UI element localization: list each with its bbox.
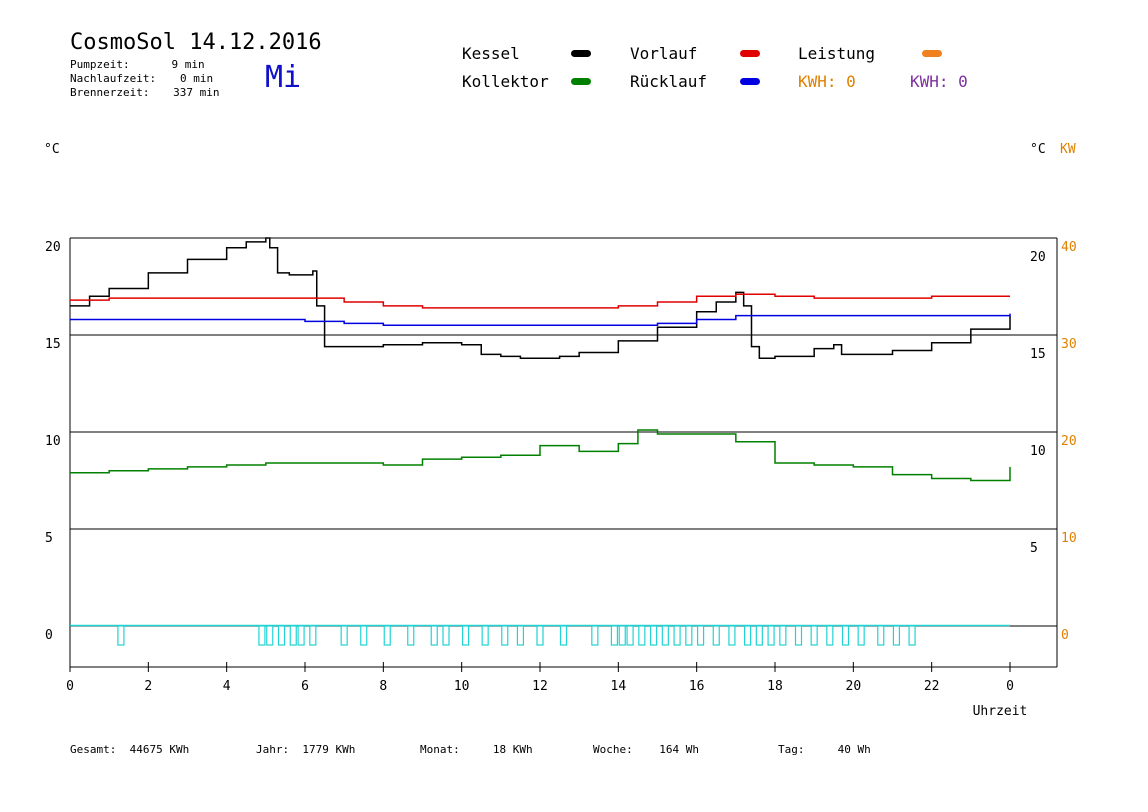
x-axis-label: Uhrzeit <box>973 704 1028 719</box>
pump-pulse <box>743 625 752 646</box>
pump-pulse <box>685 625 693 646</box>
pump-pulse <box>559 625 568 646</box>
pump-pulse <box>794 625 803 646</box>
pump-pulse <box>877 625 885 646</box>
y-tick-label-right-kw: 30 <box>1061 337 1077 352</box>
pump-pulse <box>309 625 317 646</box>
pump-pulse <box>536 625 544 646</box>
x-tick-label: 18 <box>767 679 783 694</box>
month-energy: Monat: 18 KWh <box>420 743 533 756</box>
y-tick-label-right-c: 20 <box>1030 250 1046 265</box>
pump-pulse <box>461 625 470 646</box>
pump-pulse <box>728 625 736 646</box>
x-tick-label: 4 <box>223 679 231 694</box>
y-tick-label-right-kw: 10 <box>1061 531 1077 546</box>
y-tick-label-right-c: 15 <box>1030 347 1046 362</box>
y-tick-label-right-kw: 20 <box>1061 434 1077 449</box>
x-tick-label: 0 <box>1006 679 1014 694</box>
pump-pulse <box>626 625 634 646</box>
x-tick-label: 6 <box>301 679 309 694</box>
pump-pulse <box>258 625 266 646</box>
pump-pulse <box>430 625 438 646</box>
y-tick-label-left: 10 <box>45 434 61 449</box>
x-tick-label: 12 <box>532 679 548 694</box>
pump-pulse <box>117 625 125 646</box>
pump-pulse <box>407 625 415 646</box>
pump-pulse <box>481 625 489 646</box>
pump-pulse <box>712 625 720 646</box>
chart-area: 0 2 4 6 8 10 12 14 16 18 20 22 0 Uhrzeit 20 15 10 5 0 20 15 1… <box>45 237 1077 719</box>
pump-pulse <box>360 625 368 646</box>
pump-pulse <box>767 625 775 646</box>
day-energy: Tag: 40 Wh <box>778 743 871 756</box>
pump-pulse <box>516 625 525 646</box>
y-tick-label-right-kw: 40 <box>1061 240 1077 255</box>
pump-pulse <box>591 625 599 646</box>
pump-pulse <box>649 625 658 646</box>
pump-pulse <box>501 625 509 646</box>
pump-pulse <box>892 625 901 646</box>
y-tick-label-right-c: 5 <box>1030 541 1038 556</box>
y-tick-label-right-kw: 0 <box>1061 628 1069 643</box>
pump-pulse <box>340 625 348 646</box>
y-tick-label-left: 20 <box>45 240 61 255</box>
x-tick-label: 14 <box>611 679 627 694</box>
x-tick-label: 0 <box>66 679 74 694</box>
series-line-rcklauf <box>70 313 1011 327</box>
total-energy: Gesamt: 44675 KWh <box>70 743 190 756</box>
pump-pulse <box>442 625 450 646</box>
pump-pulse <box>638 625 646 646</box>
pump-pulse <box>610 625 619 646</box>
x-tick-label: 10 <box>454 679 470 694</box>
pump-pulse <box>277 625 286 646</box>
pump-pulse <box>841 625 850 646</box>
pump-pulse <box>696 625 705 646</box>
y-tick-label-left: 5 <box>45 531 53 546</box>
pump-pulse <box>661 625 669 646</box>
year-energy: Jahr: 1779 KWh <box>256 743 356 756</box>
pump-pulse <box>857 625 865 646</box>
pump-pulse <box>289 625 297 646</box>
series-line-vorlauf <box>70 293 1010 309</box>
pump-pulse <box>383 625 391 646</box>
pump-pulse <box>618 625 626 646</box>
pump-pulse <box>779 625 787 646</box>
pump-pulse <box>755 625 763 646</box>
y-tick-label-right-c: 10 <box>1030 444 1046 459</box>
pump-pulse <box>826 625 834 646</box>
pump-pulse <box>673 625 681 646</box>
x-tick-label: 2 <box>144 679 152 694</box>
x-tick-label: 8 <box>379 679 387 694</box>
y-tick-label-left: 15 <box>45 337 61 352</box>
x-tick-label: 16 <box>689 679 705 694</box>
x-tick-label: 22 <box>924 679 940 694</box>
pump-pulse <box>297 625 305 646</box>
x-tick-label: 20 <box>846 679 862 694</box>
pump-pulse <box>266 625 274 646</box>
week-energy: Woche: 164 Wh <box>593 743 699 756</box>
pump-pulse <box>810 625 818 646</box>
series-line-kollektor <box>70 429 1011 482</box>
y-tick-label-left: 0 <box>45 628 53 643</box>
pump-pulse <box>908 625 916 646</box>
